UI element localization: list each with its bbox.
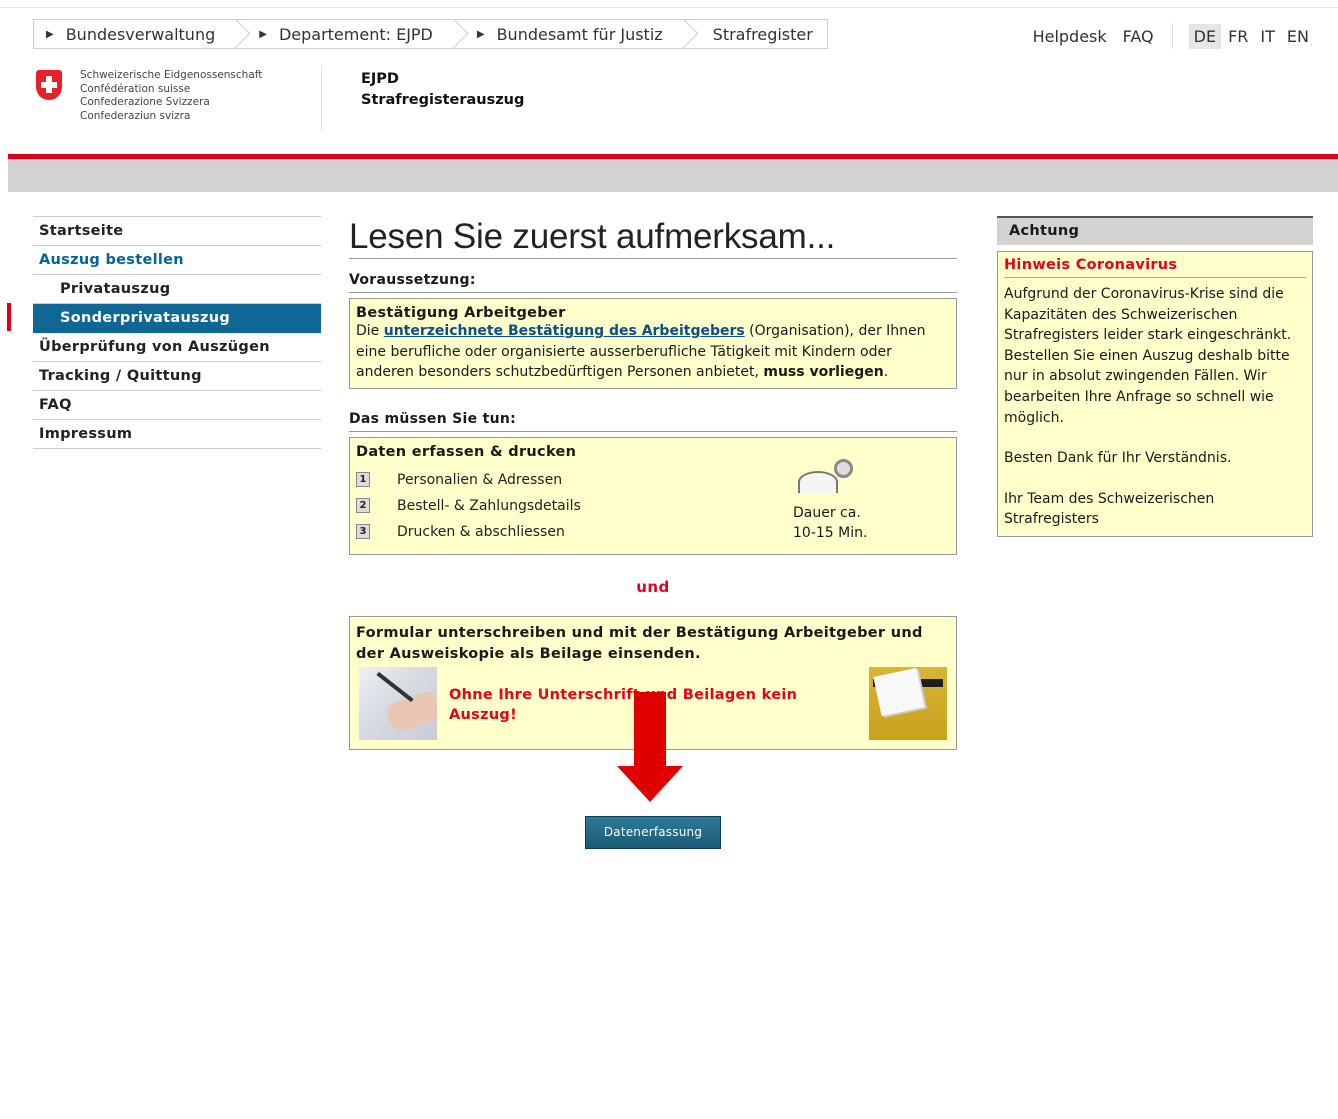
- signature-image: [359, 666, 437, 740]
- sidebar: Startseite Auszug bestellen Privatauszug…: [33, 216, 321, 449]
- confederation-logo[interactable]: Schweizerische Eidgenossenschaft Confédé…: [36, 69, 262, 123]
- helpdesk-link[interactable]: Helpdesk: [1033, 27, 1107, 46]
- breadcrumb-item-bj[interactable]: ▶ Bundesamt für Justiz: [455, 20, 685, 48]
- main-content: Lesen Sie zuerst aufmerksam... Vorausset…: [349, 214, 957, 750]
- breadcrumb-item-bundesverwaltung[interactable]: ▶ Bundesverwaltung: [34, 20, 237, 48]
- dept-name: EJPD: [361, 71, 399, 87]
- notice-panel: Achtung Hinweis Coronavirus Aufgrund der…: [997, 216, 1313, 537]
- prereq-text-bold: muss vorliegen: [763, 364, 884, 380]
- header-divider: [321, 66, 322, 132]
- breadcrumb-item-ejpd[interactable]: ▶ Departement: EJPD: [237, 20, 455, 48]
- step-label: Personalien & Adressen: [397, 471, 563, 488]
- confed-de: Schweizerische Eidgenossenschaft: [80, 69, 263, 81]
- duration-label: Dauer ca.: [793, 504, 861, 521]
- active-nav-marker: [7, 303, 11, 331]
- triangle-right-icon: ▶: [259, 28, 267, 40]
- notice-text: Aufgrund der Coronavirus-Krise sind die …: [1004, 286, 1292, 426]
- prerequisite-text: Die unterzeichnete Bestätigung des Arbei…: [356, 321, 950, 383]
- breadcrumb: ▶ Bundesverwaltung ▶ Departement: EJPD ▶…: [33, 19, 828, 49]
- triangle-right-icon: ▶: [476, 28, 485, 40]
- sign-title: Formular unterschreiben und mit der Best…: [356, 624, 923, 662]
- confed-rm: Confederaziun svizra: [80, 109, 191, 122]
- prerequisite-heading: Voraussetzung:: [349, 272, 957, 293]
- notice-header: Achtung: [997, 216, 1313, 245]
- employer-confirmation-link[interactable]: unterzeichnete Bestätigung des Arbeitgeb…: [384, 323, 745, 339]
- app-title: Strafregisterauszug: [361, 92, 525, 108]
- prereq-text-pre: Die: [356, 323, 384, 339]
- steps-list: 1 Personalien & Adressen 2 Bestell- & Za…: [356, 458, 950, 545]
- lang-it[interactable]: IT: [1255, 24, 1280, 49]
- sidebar-item-privatauszug[interactable]: Privatauszug: [33, 275, 321, 304]
- breadcrumb-label: Strafregister: [712, 24, 813, 44]
- notice-body: Hinweis Coronavirus Aufgrund der Coronav…: [997, 251, 1313, 537]
- duration-value: 10-15 Min.: [793, 524, 868, 541]
- lang-fr[interactable]: FR: [1223, 24, 1253, 49]
- breadcrumb-label: Departement: EJPD: [278, 24, 433, 44]
- sidebar-item-auszug-bestellen[interactable]: Auszug bestellen: [33, 246, 321, 275]
- top-line: [0, 0, 1338, 8]
- datenerfassung-button[interactable]: Datenerfassung: [585, 816, 721, 849]
- confed-it: Confederazione Svizzera: [80, 96, 210, 108]
- steps-box: Daten erfassen & drucken 1 Personalien &…: [349, 436, 957, 555]
- prerequisite-box: Bestätigung Arbeitgeber Die unterzeichne…: [349, 298, 957, 389]
- prereq-text-end: .: [883, 364, 889, 380]
- sidebar-item-sonderprivatauszug[interactable]: Sonderprivatauszug: [33, 304, 321, 333]
- and-label: und: [636, 577, 670, 596]
- down-arrow-icon: [617, 692, 683, 802]
- breadcrumb-item-strafregister[interactable]: Strafregister: [685, 20, 827, 48]
- stopwatch-icon: [798, 458, 854, 497]
- sidebar-item-ueberpruefung[interactable]: Überprüfung von Auszügen: [33, 333, 321, 362]
- site-title: EJPD Strafregisterauszug: [361, 69, 524, 111]
- header-gray-bar: [8, 159, 1338, 192]
- steps-title: Daten erfassen & drucken: [356, 443, 577, 460]
- breadcrumb-label: Bundesamt für Justiz: [496, 24, 663, 44]
- sidebar-item-impressum[interactable]: Impressum: [33, 420, 321, 449]
- step-number: 3: [356, 524, 370, 539]
- swiss-cross-icon: [36, 70, 62, 100]
- divider: [1171, 23, 1173, 49]
- lang-en[interactable]: EN: [1282, 24, 1314, 49]
- page-title: Lesen Sie zuerst aufmerksam...: [349, 214, 957, 259]
- faq-link[interactable]: FAQ: [1123, 27, 1154, 46]
- top-nav: Helpdesk FAQ DE FR IT EN: [1017, 23, 1314, 49]
- sidebar-item-tracking[interactable]: Tracking / Quittung: [33, 362, 321, 391]
- mailbox-image: [869, 666, 947, 740]
- lang-de[interactable]: DE: [1188, 23, 1222, 49]
- notice-signature: Ihr Team des Schweizerischen Strafregist…: [1004, 490, 1215, 528]
- prerequisite-title: Bestätigung Arbeitgeber: [356, 305, 566, 321]
- breadcrumb-label: Bundesverwaltung: [65, 24, 216, 44]
- confed-fr: Confédération suisse: [80, 82, 191, 95]
- todo-heading: Das müssen Sie tun:: [349, 411, 957, 432]
- sidebar-item-faq[interactable]: FAQ: [33, 391, 321, 420]
- step-number: 2: [356, 498, 370, 513]
- triangle-right-icon: ▶: [46, 28, 54, 40]
- step-label: Bestell- & Zahlungsdetails: [397, 497, 581, 514]
- step-number: 1: [356, 472, 370, 487]
- sidebar-item-startseite[interactable]: Startseite: [33, 217, 321, 246]
- confederation-names: Schweizerische Eidgenossenschaft Confédé…: [80, 69, 262, 123]
- notice-thanks: Besten Dank für Ihr Verständnis.: [1004, 450, 1232, 467]
- duration: Dauer ca. 10-15 Min.: [793, 458, 883, 543]
- step-label: Drucken & abschliessen: [397, 523, 565, 540]
- notice-title: Hinweis Coronavirus: [1004, 257, 1306, 278]
